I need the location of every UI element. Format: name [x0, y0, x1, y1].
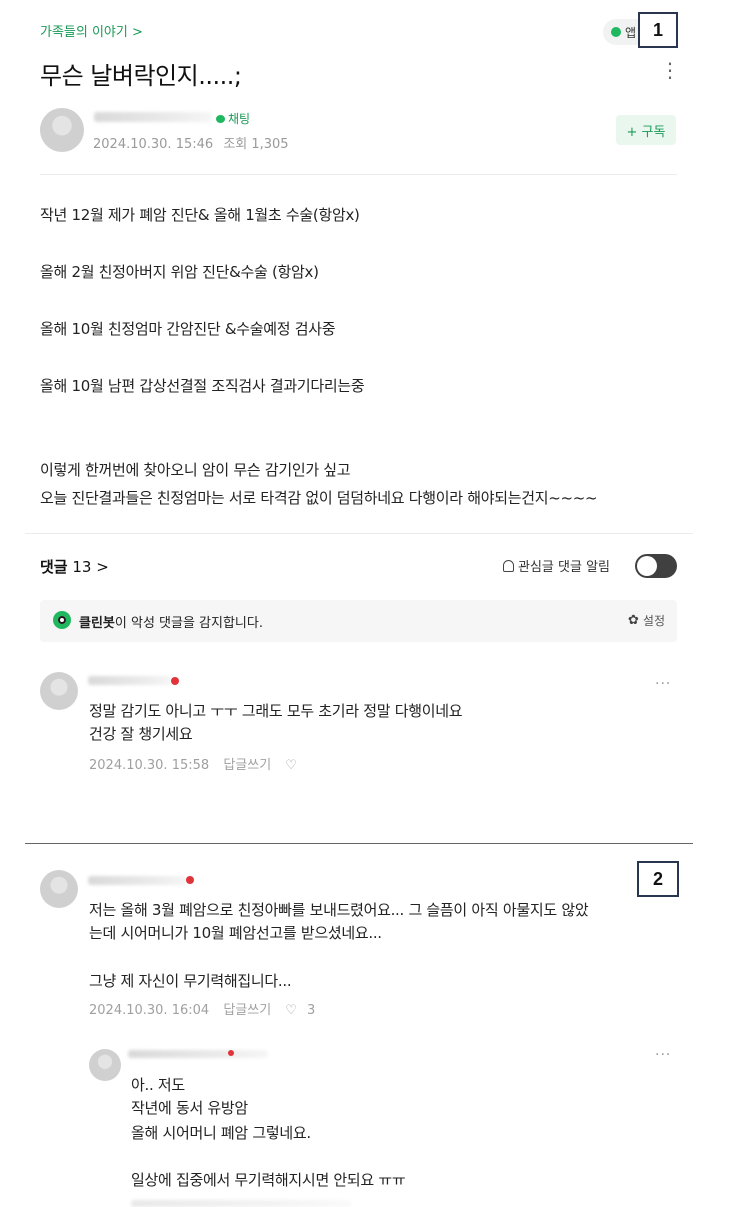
- comments-count: 13 >: [72, 558, 109, 576]
- cleanbot-text: 클린봇이 악성 댓글을 감지합니다.: [79, 612, 263, 631]
- author-name-redacted: [94, 112, 212, 122]
- cafe-board-link[interactable]: 가족들의 이야기 >: [40, 21, 143, 40]
- commenter-avatar[interactable]: [40, 672, 78, 710]
- author-avatar[interactable]: [40, 108, 84, 152]
- commenter-avatar[interactable]: [40, 870, 78, 908]
- more-options-icon[interactable]: ⋮: [660, 58, 680, 82]
- post-line: 올해 2월 친정아버지 위암 진단&수술 (항암x): [40, 263, 319, 281]
- comment-meta: 2024.10.30. 16:04 답글쓰기 ♡ 3: [89, 999, 325, 1018]
- post-line: 올해 10월 친정엄마 간암진단 &수술예정 검사중: [40, 320, 336, 338]
- toggle-knob: [637, 556, 657, 576]
- post-date: 2024.10.30. 15:46: [93, 137, 214, 152]
- app-badge-label: 앱: [625, 25, 637, 40]
- comment-more-icon[interactable]: ···: [655, 676, 671, 692]
- like-count: 3: [306, 1003, 316, 1018]
- reply-text: 일상에 집중에서 무기력해지시면 안되요 ㅠㅠ: [131, 1171, 406, 1189]
- post-meta: 2024.10.30. 15:46 조회 1,305: [93, 133, 289, 152]
- post-line: 올해 10월 남편 갑상선결절 조직검사 결과기다리는중: [40, 377, 365, 395]
- commenter-name-redacted: [88, 676, 172, 685]
- comment-alarm-toggle[interactable]: [635, 554, 677, 578]
- post-title: 무슨 날벼락인지.....;: [40, 62, 242, 90]
- cleanbot-desc: 이 악성 댓글을 감지합니다.: [114, 616, 263, 631]
- divider: [25, 843, 693, 844]
- like-heart-icon[interactable]: ♡: [285, 1003, 297, 1018]
- post-line: 오늘 진단결과들은 친정엄마는 서로 타격감 없이 덤덤하네요 다행이라 해야되…: [40, 489, 598, 507]
- comment-text: 정말 감기도 아니고 ㅜㅜ 그래도 모두 초기라 정말 다행이네요: [89, 702, 463, 720]
- post-line: 작년 12월 제가 폐암 진단& 올해 1월초 수술(항암x): [40, 206, 360, 224]
- like-heart-icon[interactable]: ♡: [285, 758, 297, 773]
- new-badge-icon: [228, 1050, 234, 1056]
- subscribe-button[interactable]: + 구독: [616, 115, 676, 145]
- comment-date: 2024.10.30. 16:04: [89, 1003, 210, 1018]
- annotation-marker-2: 2: [637, 861, 679, 897]
- divider: [25, 533, 693, 534]
- reply-button[interactable]: 답글쓰기: [223, 758, 271, 773]
- commenter-name-redacted: [88, 876, 188, 885]
- chat-button[interactable]: 채팅: [216, 110, 250, 127]
- comment-text: 그냥 제 자신이 무기력해집니다...: [89, 972, 292, 990]
- reply-text: 작년에 동서 유방암: [131, 1099, 248, 1117]
- divider: [40, 174, 677, 175]
- reply-name-redacted: [128, 1050, 268, 1058]
- comment-text: 건강 잘 챙기세요: [89, 725, 193, 743]
- annotation-marker-1: 1: [638, 12, 678, 48]
- cleanbot-settings-label: 설정: [642, 614, 665, 628]
- comment-alarm-label: 관심글 댓글 알림: [518, 560, 610, 575]
- reply-button[interactable]: 답글쓰기: [223, 1003, 271, 1018]
- comment-text: 는데 시어머니가 10월 폐암선고를 받으셨네요...: [89, 924, 382, 942]
- cleanbot-notice: 클린봇이 악성 댓글을 감지합니다. ✿ 설정: [40, 600, 677, 642]
- comment-meta: 2024.10.30. 15:58 답글쓰기 ♡: [89, 754, 307, 773]
- comments-count-link[interactable]: 댓글 13 >: [40, 556, 109, 577]
- reply-text: 올해 시어머니 폐암 그렇네요.: [131, 1124, 311, 1142]
- reply-text: 아.. 저도: [131, 1076, 185, 1094]
- reply-more-icon[interactable]: ···: [655, 1047, 671, 1063]
- cleanbot-icon: [53, 611, 71, 629]
- new-badge-icon: [186, 876, 194, 884]
- app-leaf-icon: [611, 27, 621, 37]
- comments-label: 댓글: [40, 558, 68, 576]
- new-badge-icon: [171, 677, 179, 685]
- gear-icon: ✿: [628, 613, 639, 628]
- comment-date: 2024.10.30. 15:58: [89, 758, 210, 773]
- reply-avatar[interactable]: [89, 1049, 121, 1081]
- post-views: 조회 1,305: [223, 137, 289, 152]
- cleanbot-settings-button[interactable]: ✿ 설정: [628, 612, 665, 629]
- post-line: 이렇게 한꺼번에 찾아오니 암이 무슨 감기인가 싶고: [40, 461, 351, 479]
- cleanbot-name: 클린봇: [79, 616, 115, 631]
- comment-alarm: 관심글 댓글 알림: [503, 556, 610, 575]
- reply-meta-cut: [131, 1200, 351, 1207]
- comment-text: 저는 올해 3월 폐암으로 친정아빠를 보내드렸어요... 그 슬픔이 아직 아…: [89, 901, 589, 919]
- bell-icon: [503, 559, 514, 572]
